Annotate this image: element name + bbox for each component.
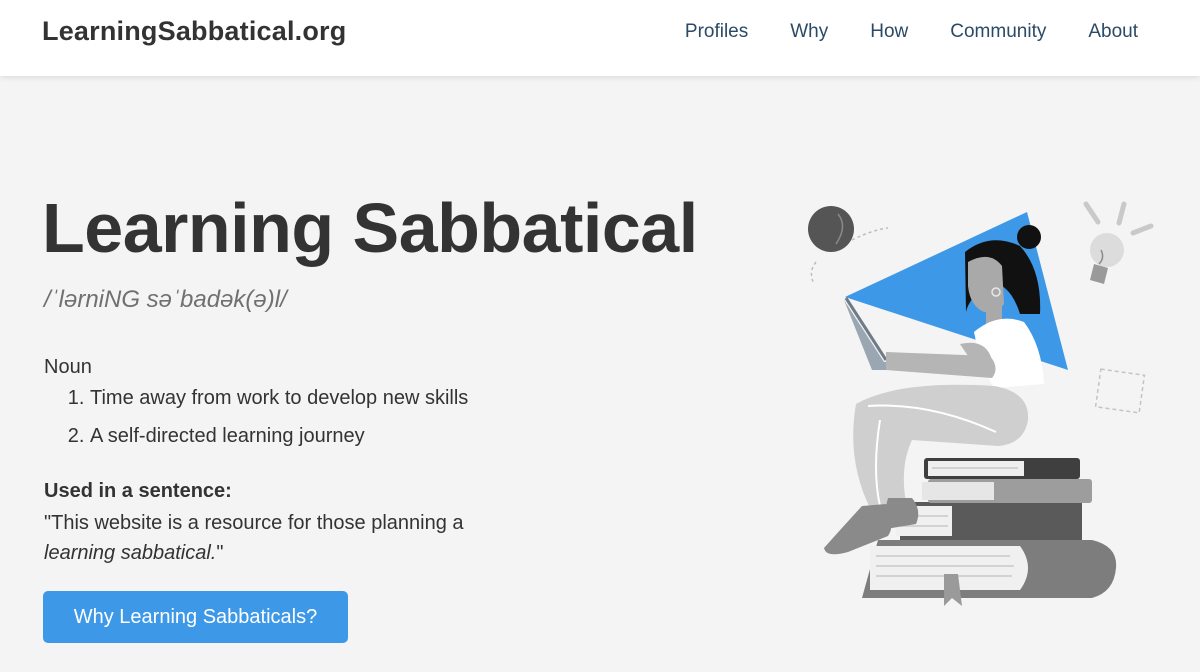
site-logo-link[interactable]: LearningSabbatical.org	[42, 16, 346, 47]
dashed-frame-shape	[1094, 368, 1146, 414]
nav-link-why[interactable]: Why	[790, 21, 828, 43]
sentence-text: "This website is a resource for those pl…	[44, 512, 464, 534]
pronunciation: /ˈlərniNG səˈbadək(ə)l/	[44, 286, 287, 313]
example-sentence: "This website is a resource for those pl…	[44, 508, 514, 568]
main-nav: Profiles Why How Community About	[685, 0, 1138, 64]
sentence-label: Used in a sentence:	[44, 480, 232, 502]
sentence-emphasis: learning sabbatical.	[44, 542, 217, 564]
nav-link-community[interactable]: Community	[950, 21, 1046, 43]
nav-link-profiles[interactable]: Profiles	[685, 21, 748, 43]
why-learning-sabbaticals-button[interactable]: Why Learning Sabbaticals?	[43, 591, 348, 643]
definition-item: Time away from work to develop new skill…	[90, 383, 468, 421]
nav-link-about[interactable]: About	[1088, 21, 1138, 43]
definition-item: A self-directed learning journey	[90, 421, 468, 459]
person-on-books-illustration	[808, 201, 1154, 606]
lightbulb-icon	[1083, 201, 1154, 284]
nav-link-how[interactable]: How	[870, 21, 908, 43]
decorative-circle-icon	[808, 206, 889, 285]
top-navbar: LearningSabbatical.org Profiles Why How …	[0, 0, 1200, 76]
definition-list: Time away from work to develop new skill…	[44, 383, 468, 459]
part-of-speech: Noun	[44, 356, 92, 378]
sentence-closing-quote: "	[216, 542, 224, 564]
hero-title: Learning Sabbatical	[42, 189, 698, 267]
